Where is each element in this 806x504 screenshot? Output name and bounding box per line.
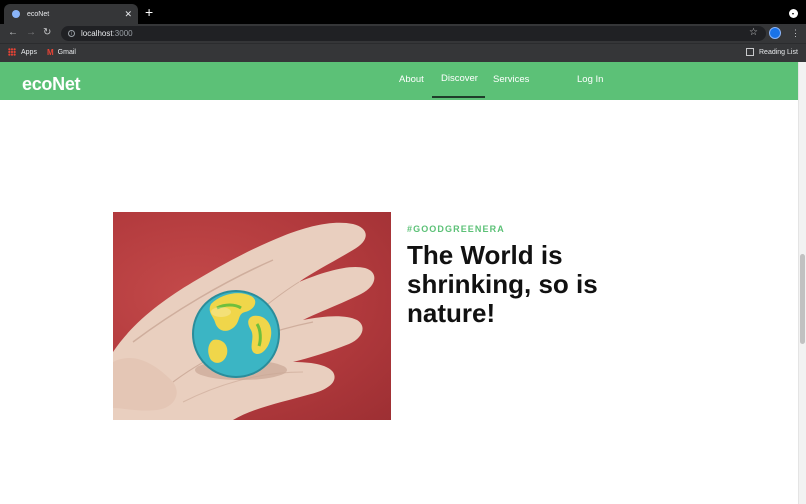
reading-list-label: Reading List [759, 48, 798, 56]
apps-grid-icon [8, 48, 16, 56]
tab-search-icon[interactable] [789, 9, 798, 18]
reload-icon[interactable]: ↻ [43, 26, 51, 40]
back-icon[interactable]: ← [8, 26, 18, 40]
hero-image [113, 212, 391, 420]
site-navbar: ecoNet About Discover Services Log In [0, 62, 798, 100]
page-viewport: ecoNet About Discover Services Log In #G… [0, 62, 798, 504]
hero-tag: #GOODGREENERA [407, 224, 505, 234]
nav-login[interactable]: Log In [577, 74, 603, 85]
close-icon[interactable]: ✕ [124, 9, 132, 19]
bookmark-gmail-label: Gmail [57, 49, 76, 56]
reading-list[interactable]: Reading List [746, 48, 798, 56]
browser-toolbar: ← → ↻ i localhost:3000 ☆ ⋮ [0, 24, 806, 43]
more-menu-icon[interactable]: ⋮ [791, 27, 800, 39]
url-text: localhost:3000 [81, 29, 133, 38]
url-port: :3000 [112, 29, 133, 38]
hand-holding-globe-illustration [113, 222, 375, 420]
bookmark-apps-label: Apps [21, 48, 37, 56]
info-icon[interactable]: i [68, 30, 75, 37]
address-bar[interactable]: i localhost:3000 ☆ [61, 26, 766, 41]
nav-services[interactable]: Services [493, 74, 529, 85]
brand-logo[interactable]: ecoNet [22, 74, 81, 95]
browser-titlebar: ecoNet ✕ + [0, 0, 806, 24]
nav-discover[interactable]: Discover [441, 73, 478, 84]
tab-title: ecoNet [27, 10, 50, 18]
bookmarks-bar: Apps M Gmail Reading List [0, 43, 806, 62]
bookmark-gmail[interactable]: M Gmail [47, 48, 76, 57]
nav-about[interactable]: About [399, 74, 424, 85]
globe-icon [12, 10, 20, 18]
forward-icon[interactable]: → [26, 26, 36, 40]
bookmark-apps[interactable]: Apps [8, 48, 37, 56]
hero-headline: The World is shrinking, so is nature! [407, 240, 598, 328]
active-nav-indicator [432, 96, 485, 98]
browser-tab[interactable]: ecoNet ✕ [4, 4, 138, 24]
page-scrollbar[interactable] [798, 62, 806, 504]
new-tab-button[interactable]: + [145, 5, 153, 19]
reading-list-icon [746, 48, 754, 56]
profile-avatar[interactable] [769, 27, 781, 39]
url-host: localhost [81, 29, 113, 38]
star-icon[interactable]: ☆ [749, 27, 758, 39]
gmail-icon: M [47, 48, 54, 57]
scrollbar-thumb[interactable] [800, 254, 805, 344]
